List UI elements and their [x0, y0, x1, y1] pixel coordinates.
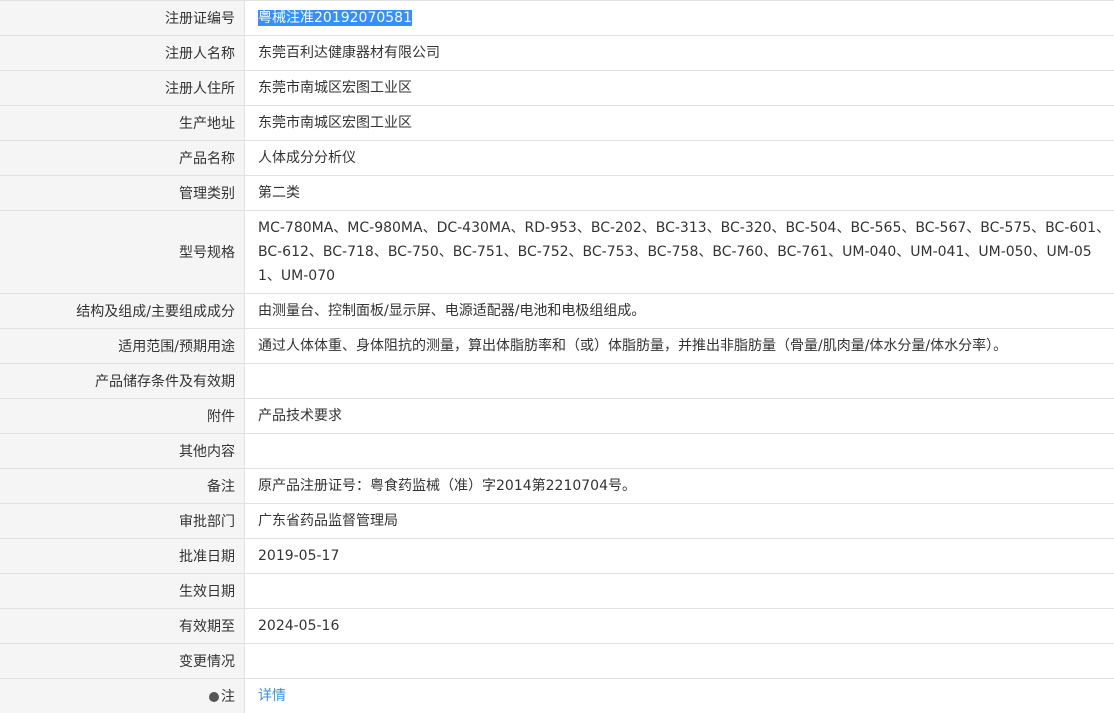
row-storage-conditions: 产品储存条件及有效期 [0, 364, 1114, 399]
row-value [245, 434, 1114, 469]
row-registrant-name: 注册人名称 东莞百利达健康器材有限公司 [0, 36, 1114, 71]
row-registration-number: 注册证编号 粤械注准20192070581 [0, 1, 1114, 36]
row-value [245, 364, 1114, 399]
row-product-name: 产品名称 人体成分分析仪 [0, 141, 1114, 176]
row-value: 2019-05-17 [245, 539, 1114, 574]
row-valid-until: 有效期至 2024-05-16 [0, 609, 1114, 644]
row-registrant-address: 注册人住所 东莞市南城区宏图工业区 [0, 71, 1114, 106]
row-value: 第二类 [245, 176, 1114, 211]
row-label: 注册证编号 [0, 1, 245, 36]
row-model-spec: 型号规格 MC-780MA、MC-980MA、DC-430MA、RD-953、B… [0, 211, 1114, 294]
row-value: 人体成分分析仪 [245, 141, 1114, 176]
row-approval-date: 批准日期 2019-05-17 [0, 539, 1114, 574]
row-management-category: 管理类别 第二类 [0, 176, 1114, 211]
row-label: 结构及组成/主要组成成分 [0, 294, 245, 329]
row-value [245, 644, 1114, 679]
row-value: 原产品注册证号：粤食药监械（准）字2014第2210704号。 [245, 469, 1114, 504]
row-value: 东莞市南城区宏图工业区 [245, 106, 1114, 141]
row-value: 东莞百利达健康器材有限公司 [245, 36, 1114, 71]
row-label: 生产地址 [0, 106, 245, 141]
row-other-content: 其他内容 [0, 434, 1114, 469]
row-label: 管理类别 [0, 176, 245, 211]
row-effective-date: 生效日期 [0, 574, 1114, 609]
row-label: 产品储存条件及有效期 [0, 364, 245, 399]
registration-number-value[interactable]: 粤械注准20192070581 [258, 10, 412, 26]
row-label: 适用范围/预期用途 [0, 329, 245, 364]
row-label: 生效日期 [0, 574, 245, 609]
row-structure: 结构及组成/主要组成成分 由测量台、控制面板/显示屏、电源适配器/电池和电极组组… [0, 294, 1114, 329]
details-link[interactable]: 详情 [258, 688, 286, 704]
row-label: 审批部门 [0, 504, 245, 539]
row-value: 东莞市南城区宏图工业区 [245, 71, 1114, 106]
row-label: 批准日期 [0, 539, 245, 574]
row-label: 其他内容 [0, 434, 245, 469]
row-note: 注 详情 [0, 679, 1114, 713]
row-value: 2024-05-16 [245, 609, 1114, 644]
row-label: 变更情况 [0, 644, 245, 679]
row-value [245, 574, 1114, 609]
row-label: 注册人名称 [0, 36, 245, 71]
row-label: 注册人住所 [0, 71, 245, 106]
row-label: 附件 [0, 399, 245, 434]
row-production-address: 生产地址 东莞市南城区宏图工业区 [0, 106, 1114, 141]
row-label: 有效期至 [0, 609, 245, 644]
row-attachment: 附件 产品技术要求 [0, 399, 1114, 434]
row-approval-department: 审批部门 广东省药品监督管理局 [0, 504, 1114, 539]
row-value: 由测量台、控制面板/显示屏、电源适配器/电池和电极组组成。 [245, 294, 1114, 329]
registration-detail-table: 注册证编号 粤械注准20192070581 注册人名称 东莞百利达健康器材有限公… [0, 0, 1114, 713]
row-change-history: 变更情况 [0, 644, 1114, 679]
row-label: 型号规格 [0, 211, 245, 294]
row-label: 备注 [0, 469, 245, 504]
row-value: 产品技术要求 [245, 399, 1114, 434]
row-label: 产品名称 [0, 141, 245, 176]
row-value: MC-780MA、MC-980MA、DC-430MA、RD-953、BC-202… [245, 211, 1114, 294]
row-intended-use: 适用范围/预期用途 通过人体体重、身体阻抗的测量，算出体脂肪率和（或）体脂肪量，… [0, 329, 1114, 364]
row-value: 通过人体体重、身体阻抗的测量，算出体脂肪率和（或）体脂肪量，并推出非脂肪量（骨量… [245, 329, 1114, 364]
row-value: 广东省药品监督管理局 [245, 504, 1114, 539]
note-icon [209, 692, 219, 702]
row-remarks: 备注 原产品注册证号：粤食药监械（准）字2014第2210704号。 [0, 469, 1114, 504]
